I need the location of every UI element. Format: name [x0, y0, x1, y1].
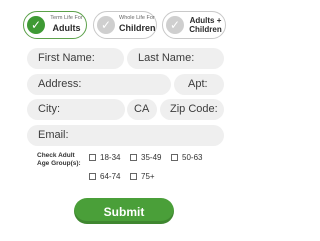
age-option-label: 50-63	[182, 153, 203, 162]
address-field[interactable]: Address:	[27, 74, 171, 95]
checkmark-icon: ✓	[97, 16, 115, 34]
age-option-64-74[interactable]: 64-74	[89, 172, 120, 182]
tab-title: Adults	[52, 23, 81, 33]
tab-subtitle: Whole Life For	[119, 15, 155, 21]
checkmark-icon: ✓	[27, 16, 45, 34]
checkbox[interactable]	[130, 173, 137, 181]
last-name-field[interactable]: Last Name:	[127, 48, 224, 69]
age-option-18-34[interactable]: 18-34	[89, 153, 120, 163]
age-option-50-63[interactable]: 50-63	[171, 153, 202, 163]
first-name-field[interactable]: First Name:	[27, 48, 124, 69]
tab-title: Children	[119, 23, 156, 33]
checkmark-icon: ✓	[166, 16, 184, 34]
age-option-label: 18-34	[100, 153, 121, 162]
zip-code-field[interactable]: Zip Code:	[160, 99, 224, 120]
tab-adults[interactable]: ✓ Term Life For Adults	[23, 11, 87, 39]
age-option-label: 75+	[141, 172, 155, 181]
tab-title-line2: Children	[189, 25, 222, 34]
state-select[interactable]: CA	[127, 99, 157, 120]
submit-button[interactable]: Submit	[74, 198, 174, 224]
age-option-label: 64-74	[100, 172, 121, 181]
city-field[interactable]: City:	[27, 99, 125, 120]
tab-title: Adults + Children	[187, 16, 224, 34]
tab-title-line1: Adults +	[189, 16, 222, 25]
age-option-35-49[interactable]: 35-49	[130, 153, 161, 163]
age-option-label: 35-49	[141, 153, 162, 162]
age-option-75-plus[interactable]: 75+	[130, 172, 155, 182]
checkbox[interactable]	[130, 154, 137, 162]
tab-children[interactable]: ✓ Whole Life For Children	[93, 11, 157, 39]
apt-field[interactable]: Apt:	[174, 74, 224, 95]
tab-subtitle: Term Life For	[50, 15, 83, 21]
checkbox[interactable]	[171, 154, 178, 162]
tab-adults-children[interactable]: ✓ Adults + Children	[162, 11, 226, 39]
email-field[interactable]: Email:	[27, 125, 224, 146]
age-group-label: Check Adult Age Group(s):	[37, 152, 81, 167]
checkbox[interactable]	[89, 173, 96, 181]
checkbox[interactable]	[89, 154, 96, 162]
